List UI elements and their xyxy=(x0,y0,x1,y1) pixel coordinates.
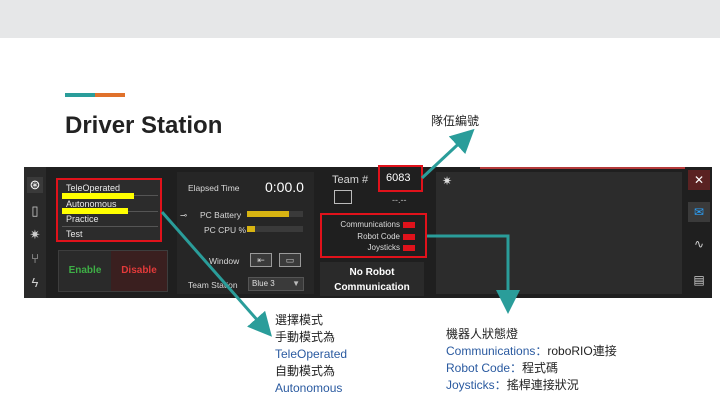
mode-note-line4: 自動模式為 xyxy=(275,364,336,378)
mode-note-line2: 手動模式為 xyxy=(275,330,336,344)
mode-arrow xyxy=(160,211,272,337)
indicator-note: 機器人狀態燈 Communications：roboRIO連接 Robot Co… xyxy=(446,326,617,394)
indicator-note-line4-desc: 搖桿連接狀況 xyxy=(506,378,579,392)
indicator-arrow xyxy=(427,234,520,314)
indicator-note-line2-desc: roboRIO連接 xyxy=(547,344,617,358)
indicator-note-line4: Joysticks：搖桿連接狀況 xyxy=(446,377,617,394)
mode-note-line3: TeleOperated xyxy=(275,347,348,361)
team-arrow xyxy=(420,128,475,180)
indicator-note-line1: 機器人狀態燈 xyxy=(446,327,519,341)
indicator-note-line2-term: Communications： xyxy=(446,344,548,358)
indicator-note-line2: Communications：roboRIO連接 xyxy=(446,343,617,360)
indicator-note-line3-term: Robot Code： xyxy=(446,361,523,375)
mode-note-line5: Autonomous xyxy=(275,381,343,395)
indicator-note-line3: Robot Code：程式碼 xyxy=(446,360,617,377)
mode-note: 選擇模式 手動模式為 TeleOperated 自動模式為 Autonomous xyxy=(275,312,347,397)
indicator-note-line4-term: Joysticks： xyxy=(446,378,507,392)
team-number-note: 隊伍編號 xyxy=(431,114,480,128)
mode-note-line1: 選擇模式 xyxy=(275,313,324,327)
indicator-note-line3-desc: 程式碼 xyxy=(522,361,559,375)
